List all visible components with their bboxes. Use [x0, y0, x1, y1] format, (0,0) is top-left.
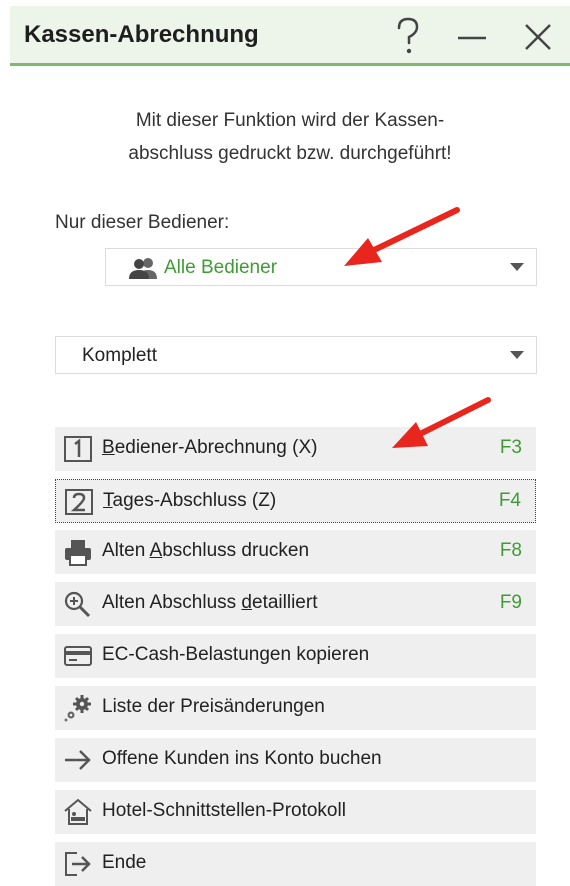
minimize-icon	[458, 36, 486, 40]
zoom-icon	[64, 591, 91, 618]
action-button-alten-abschluss-drucken[interactable]: Alten Abschluss drucken F8	[55, 530, 536, 574]
action-label: Bediener-Abrechnung (X)	[102, 437, 318, 458]
action-button-preisaenderungen[interactable]: Liste der Preisänderungen	[55, 686, 536, 730]
gears-icon	[64, 695, 91, 722]
title-bar: Kassen-Abrechnung	[10, 6, 570, 66]
action-label: Ende	[102, 852, 147, 873]
action-button-ende[interactable]: Ende	[55, 842, 536, 886]
action-label: EC-Cash-Belastungen kopieren	[102, 644, 370, 665]
action-label: Alten Abschluss drucken	[102, 540, 310, 561]
minimize-button[interactable]	[450, 14, 494, 58]
chevron-down-icon	[510, 263, 524, 271]
arrow-right-icon	[65, 750, 91, 770]
mode-select[interactable]: Komplett	[55, 336, 537, 374]
action-label: Alten Abschluss detailliert	[102, 592, 318, 613]
action-button-bediener-abrechnung[interactable]: Bediener-Abrechnung (X) F3	[55, 427, 536, 471]
operator-select-value: Alle Bediener	[164, 257, 278, 278]
action-button-hotel-protokoll[interactable]: Hotel-Schnittstellen-Protokoll	[55, 790, 536, 834]
action-button-ec-cash-kopieren[interactable]: EC-Cash-Belastungen kopieren	[55, 634, 536, 678]
close-button[interactable]	[515, 14, 559, 58]
number-1-icon	[64, 436, 92, 462]
printer-icon	[65, 540, 91, 566]
close-icon	[525, 24, 551, 50]
action-button-alten-abschluss-detailliert[interactable]: Alten Abschluss detailliert F9	[55, 582, 536, 626]
number-2-icon	[65, 489, 93, 515]
action-label: Offene Kunden ins Konto buchen	[102, 748, 382, 769]
help-icon	[397, 17, 419, 54]
action-button-offene-kunden[interactable]: Offene Kunden ins Konto buchen	[55, 738, 536, 782]
mode-select-value: Komplett	[82, 345, 157, 366]
action-button-tages-abschluss[interactable]: Tages-Abschluss (Z) F4	[55, 479, 536, 523]
shortcut-key: F3	[499, 437, 522, 458]
exit-icon	[65, 852, 91, 876]
description-line-2: abschluss gedruckt bzw. durchgeführt!	[128, 143, 452, 164]
card-icon	[64, 646, 92, 666]
description-text: Mit dieser Funktion wird der Kassen- abs…	[60, 104, 520, 170]
action-label: Hotel-Schnittstellen-Protokoll	[102, 800, 346, 821]
hotel-icon	[64, 798, 92, 825]
shortcut-key: F4	[498, 490, 521, 511]
description-line-1: Mit dieser Funktion wird der Kassen-	[135, 110, 445, 131]
shortcut-key: F8	[499, 540, 522, 561]
operator-filter-label: Nur dieser Bediener:	[55, 212, 230, 233]
help-button[interactable]	[385, 14, 429, 58]
users-icon	[129, 258, 157, 279]
operator-select[interactable]: Alle Bediener	[105, 248, 537, 286]
action-label: Liste der Preisänderungen	[102, 696, 325, 717]
action-label: Tages-Abschluss (Z)	[103, 490, 277, 511]
chevron-down-icon	[510, 351, 524, 359]
shortcut-key: F9	[499, 592, 522, 613]
window-title: Kassen-Abrechnung	[24, 21, 259, 48]
